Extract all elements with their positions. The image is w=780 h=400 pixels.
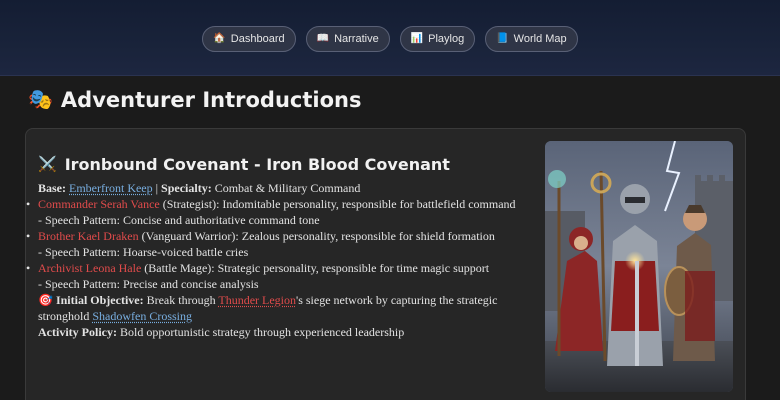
nav-dashboard-label: Dashboard bbox=[230, 33, 285, 45]
member-speech: - Speech Pattern: Concise and authoritat… bbox=[38, 213, 320, 227]
top-navigation-bar: 🏠 Dashboard 📖 Narrative 📊 Playlog 📘 Worl… bbox=[0, 0, 780, 76]
dashboard-icon: 🏠 bbox=[213, 33, 226, 44]
artwork-illustration bbox=[545, 141, 733, 392]
specialty-value: Combat & Military Command bbox=[211, 181, 361, 195]
crossed-swords-icon: ⚔️ bbox=[38, 157, 57, 173]
target-icon: 🎯 bbox=[38, 293, 53, 307]
theater-masks-icon: 🎭 bbox=[28, 89, 53, 111]
member-name: Commander Serah Vance bbox=[38, 197, 160, 211]
nav-playlog-button[interactable]: 📊 Playlog bbox=[399, 26, 476, 52]
member-item: Brother Kael Draken (Vanguard Warrior): … bbox=[26, 228, 528, 244]
faction-artwork-image bbox=[545, 141, 733, 392]
faction-title: Ironbound Covenant - Iron Blood Covenant bbox=[64, 155, 450, 174]
objective-pre: Break through bbox=[143, 293, 219, 307]
nav-world-map-button[interactable]: 📘 World Map bbox=[485, 26, 578, 52]
faction-details: Base: Emberfront Keep | Specialty: Comba… bbox=[26, 180, 528, 340]
nav-world-map-label: World Map bbox=[513, 33, 567, 45]
page-title: Adventurer Introductions bbox=[60, 88, 362, 112]
faction-heading: ⚔️ Ironbound Covenant - Iron Blood Coven… bbox=[38, 155, 450, 174]
member-item: Commander Serah Vance (Strategist): Indo… bbox=[26, 196, 528, 212]
member-speech: - Speech Pattern: Precise and concise an… bbox=[38, 277, 259, 291]
separator: | bbox=[152, 181, 162, 195]
specialty-label: Specialty: bbox=[161, 181, 212, 195]
policy-value: Bold opportunistic strategy through expe… bbox=[116, 325, 405, 339]
member-name: Brother Kael Draken bbox=[38, 229, 139, 243]
nav-dashboard-button[interactable]: 🏠 Dashboard bbox=[202, 26, 296, 52]
member-desc: (Battle Mage): Strategic personality, re… bbox=[141, 261, 490, 275]
nav-narrative-label: Narrative bbox=[334, 33, 379, 45]
member-item: Archivist Leona Hale (Battle Mage): Stra… bbox=[26, 260, 528, 276]
nav-narrative-button[interactable]: 📖 Narrative bbox=[305, 26, 390, 52]
member-desc: (Strategist): Indomitable personality, r… bbox=[159, 197, 516, 211]
enemy-link[interactable]: Thunder Legion bbox=[218, 293, 296, 307]
nav-pills: 🏠 Dashboard 📖 Narrative 📊 Playlog 📘 Worl… bbox=[0, 26, 780, 52]
member-speech: - Speech Pattern: Hoarse-voiced battle c… bbox=[38, 245, 249, 259]
policy-label: Activity Policy: bbox=[38, 325, 117, 339]
base-label: Base: bbox=[38, 181, 66, 195]
objective-label: Initial Objective: bbox=[55, 293, 144, 307]
base-line: Base: Emberfront Keep | Specialty: Comba… bbox=[38, 180, 528, 196]
chart-icon: 📊 bbox=[410, 33, 424, 44]
place-link[interactable]: Shadowfen Crossing bbox=[92, 309, 192, 323]
book-icon: 📖 bbox=[316, 33, 330, 44]
objective-line: 🎯 Initial Objective: Break through Thund… bbox=[38, 292, 528, 324]
nav-playlog-label: Playlog bbox=[428, 33, 465, 45]
member-desc: (Vanguard Warrior): Zealous personality,… bbox=[138, 229, 495, 243]
policy-line: Activity Policy: Bold opportunistic stra… bbox=[38, 324, 528, 340]
page-heading: 🎭 Adventurer Introductions bbox=[28, 88, 361, 112]
member-name: Archivist Leona Hale bbox=[38, 261, 142, 275]
base-link[interactable]: Emberfront Keep bbox=[69, 181, 153, 195]
map-icon: 📘 bbox=[496, 33, 509, 44]
